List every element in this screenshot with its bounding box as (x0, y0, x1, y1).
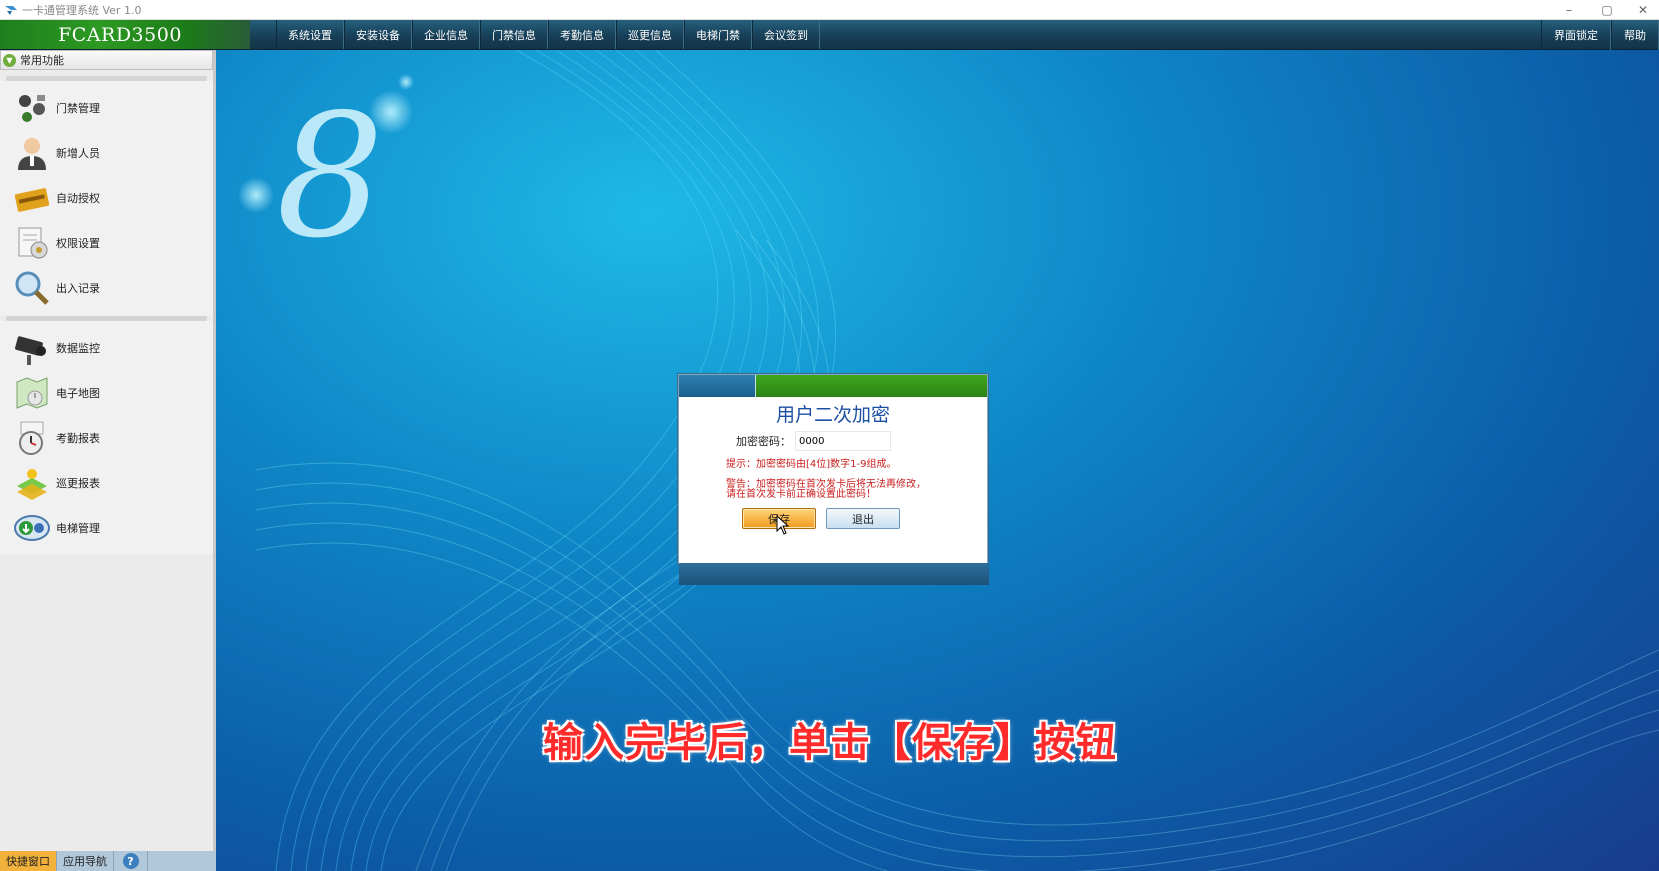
window-title: 一卡通管理系统 Ver 1.0 (22, 3, 142, 17)
hint-text: 提示：加密密码由[4位]数字1-9组成。 (726, 459, 897, 470)
encryption-password-input[interactable] (795, 431, 891, 451)
sidebar-item-label: 电子地图 (56, 386, 100, 400)
sidebar-item-label: 自动授权 (56, 191, 100, 205)
sidebar-item-patrol-report[interactable]: 巡更报表 (0, 460, 213, 505)
menu-attendance-info[interactable]: 考勤信息 (548, 20, 616, 49)
restore-button[interactable]: ▢ (1588, 0, 1626, 20)
exit-button[interactable]: 退出 (826, 508, 900, 529)
door-access-icon (12, 88, 52, 128)
sidebar-item-data-monitor[interactable]: 数据监控 (0, 325, 213, 370)
menu-help[interactable]: 帮助 (1611, 20, 1659, 50)
sidebar-item-permissions[interactable]: 权限设置 (0, 220, 213, 265)
sidebar-item-label: 巡更报表 (56, 476, 100, 490)
password-row: 加密密码： (679, 431, 987, 451)
menu-bar: FCARD3500 系统设置 安装设备 企业信息 门禁信息 考勤信息 巡更信息 … (0, 20, 1659, 50)
password-label: 加密密码： (736, 435, 791, 448)
sidebar-item-door-access[interactable]: 门禁管理 (0, 85, 213, 130)
menu-right: 界面锁定 帮助 (1541, 20, 1659, 50)
menu-access-info[interactable]: 门禁信息 (480, 20, 548, 49)
sidebar: ▼ 常用功能 门禁管理 新增人员 自动授权 权限设置 出入记录 数据监控 电子地… (0, 50, 216, 851)
sidebar-item-label: 数据监控 (56, 341, 100, 355)
permission-icon (12, 223, 52, 263)
sidebar-header-label: 常用功能 (20, 54, 64, 67)
tab-help[interactable]: ? (114, 851, 148, 871)
sidebar-bottom-tabs: 快捷窗口 应用导航 ? (0, 851, 216, 871)
sidebar-item-label: 新增人员 (56, 146, 100, 160)
sidebar-item-label: 出入记录 (56, 281, 100, 295)
person-icon (12, 133, 52, 173)
menu-lock-screen[interactable]: 界面锁定 (1541, 20, 1611, 50)
dialog-footer-bar (679, 563, 989, 585)
sidebar-item-auto-authorize[interactable]: 自动授权 (0, 175, 213, 220)
sidebar-item-label: 权限设置 (56, 236, 100, 250)
tab-app-navigation[interactable]: 应用导航 (57, 851, 114, 871)
title-bar: 一卡通管理系统 Ver 1.0 – ▢ ✕ (0, 0, 1659, 20)
main-menu: 系统设置 安装设备 企业信息 门禁信息 考勤信息 巡更信息 电梯门禁 会议签到 (276, 20, 820, 49)
brand-logo: FCARD3500 (0, 20, 250, 49)
encryption-dialog: 用户二次加密 加密密码： 提示：加密密码由[4位]数字1-9组成。 警告：加密密… (678, 374, 989, 585)
warning-text: 警告：加密密码在首次发卡后将无法再修改， 请在首次发卡前正确设置此密码！ (679, 480, 987, 500)
sidebar-item-attendance-report[interactable]: 考勤报表 (0, 415, 213, 460)
app-icon (5, 5, 17, 15)
clock-icon (12, 418, 52, 458)
dialog-title: 用户二次加密 (775, 404, 890, 426)
sidebar-header[interactable]: ▼ 常用功能 (0, 50, 213, 70)
mouse-cursor-icon (776, 515, 790, 535)
tutorial-caption: 输入完毕后，单击【保存】按钮 (543, 720, 1117, 766)
card-icon (12, 178, 52, 218)
elevator-icon (12, 508, 52, 548)
menu-elevator-access[interactable]: 电梯门禁 (684, 20, 752, 49)
dialog-buttons: 保存 退出 (679, 508, 987, 529)
tab-quick-window[interactable]: 快捷窗口 (0, 851, 57, 871)
decorative-8-graphic: 8 (276, 78, 384, 276)
dialog-header-bar (679, 375, 987, 397)
camera-icon (12, 328, 52, 368)
menu-install-device[interactable]: 安装设备 (344, 20, 412, 49)
sidebar-item-electronic-map[interactable]: 电子地图 (0, 370, 213, 415)
sidebar-item-label: 门禁管理 (56, 101, 100, 115)
help-icon: ? (122, 853, 139, 869)
minimize-button[interactable]: – (1550, 0, 1588, 20)
sidebar-item-access-records[interactable]: 出入记录 (0, 265, 213, 310)
menu-meeting-signin[interactable]: 会议签到 (752, 20, 820, 49)
sidebar-group-1: 门禁管理 新增人员 自动授权 权限设置 出入记录 (0, 81, 213, 316)
sidebar-item-add-person[interactable]: 新增人员 (0, 130, 213, 175)
sidebar-item-elevator-management[interactable]: 电梯管理 (0, 505, 213, 550)
close-button[interactable]: ✕ (1624, 0, 1659, 20)
sidebar-item-label: 电梯管理 (56, 521, 100, 535)
chevron-down-icon[interactable]: ▼ (3, 53, 16, 67)
sidebar-item-label: 考勤报表 (56, 431, 100, 445)
menu-patrol-info[interactable]: 巡更信息 (616, 20, 684, 49)
map-icon (12, 373, 52, 413)
sidebar-group-2: 数据监控 电子地图 考勤报表 巡更报表 电梯管理 (0, 321, 213, 554)
warning-line-2: 请在首次发卡前正确设置此密码！ (726, 489, 876, 500)
main-background: 8 用户二次加密 加密密码： 提示：加密密码由[4位]数字1-9组成。 警告：加… (216, 50, 1659, 871)
menu-system-settings[interactable]: 系统设置 (276, 20, 344, 49)
magnifier-icon (12, 268, 52, 308)
patrol-icon (12, 463, 52, 503)
menu-company-info[interactable]: 企业信息 (412, 20, 480, 49)
